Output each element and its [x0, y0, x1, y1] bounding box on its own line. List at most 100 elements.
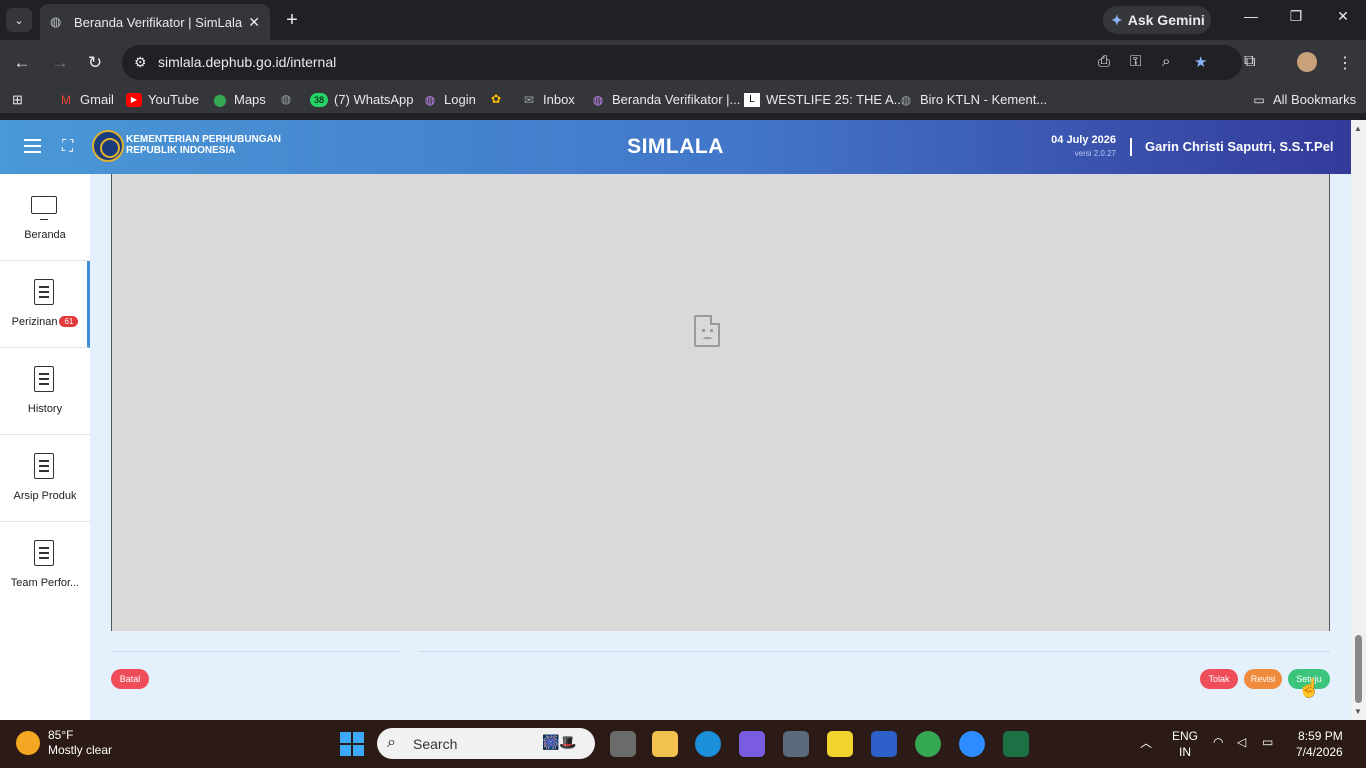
document-icon — [34, 540, 54, 566]
l-icon: L — [744, 92, 760, 107]
bookmark-whatsapp[interactable]: 38 (7) WhatsApp — [310, 92, 413, 107]
apps-grid-icon[interactable]: ⊞ — [12, 92, 23, 108]
bookmark-gmail[interactable]: M Gmail — [58, 92, 114, 107]
active-tab[interactable]: ◍ Beranda Verifikator | SimLala ✕ — [40, 4, 270, 40]
ask-gemini-button[interactable]: ✦ Ask Gemini — [1103, 6, 1211, 34]
reload-icon[interactable]: ↻ — [83, 52, 107, 74]
perizinan-badge: 61 — [59, 316, 79, 327]
pinwheel-icon: ✿ — [490, 92, 502, 106]
all-bookmarks[interactable]: ▭ All Bookmarks — [1251, 92, 1356, 107]
new-tab-button[interactable]: + — [282, 8, 302, 32]
edge-icon[interactable] — [695, 731, 721, 757]
globe-icon: ◍ — [592, 92, 604, 107]
bookmark-login[interactable]: ◍ Login — [422, 92, 476, 107]
remote-desktop-icon[interactable] — [871, 731, 897, 757]
chrome-icon[interactable] — [915, 731, 941, 757]
sidebar-item-team-performance[interactable]: Team Perfor... — [0, 522, 90, 609]
language-indicator[interactable]: ENG IN — [1172, 728, 1198, 760]
scroll-down-icon[interactable]: ▼ — [1354, 707, 1362, 716]
user-name[interactable]: Garin Christi Saputri, S.S.T.Pel — [1145, 139, 1334, 154]
windows-start-icon[interactable] — [340, 732, 364, 756]
zoom-app-icon[interactable] — [959, 731, 985, 757]
tab-title: Beranda Verifikator | SimLala — [74, 14, 243, 30]
document-viewer[interactable] — [111, 174, 1330, 631]
simlala-app: ⛶ KEMENTERIAN PERHUBUNGAN REPUBLIK INDON… — [0, 120, 1366, 720]
volume-icon[interactable]: ◁ — [1237, 735, 1246, 749]
address-bar[interactable]: ⚙ simlala.dephub.go.id/internal ⎙ ⚿ ⌕ ★ — [122, 45, 1242, 80]
bookmark-biro-ktln[interactable]: ◍ Biro KTLN - Kement... — [898, 92, 1047, 107]
clock[interactable]: 8:59 PM 7/4/2026 — [1296, 728, 1343, 760]
close-tab-icon[interactable]: ✕ — [248, 14, 260, 31]
sidebar-item-perizinan[interactable]: Perizinan 61 — [0, 261, 90, 348]
whatsapp-icon: 38 — [310, 92, 328, 107]
app-version: versi 2.0.27 — [1074, 149, 1116, 158]
excel-icon[interactable] — [1003, 731, 1029, 757]
browser-tab-bar: ⌄ ◍ Beranda Verifikator | SimLala ✕ + ✦ … — [0, 0, 1366, 40]
restore-icon[interactable]: ❐ — [1281, 8, 1311, 25]
taskbar-search[interactable]: ⌕ Search 🎆🎩 — [377, 728, 595, 759]
sidebar-item-arsip-produk[interactable]: Arsip Produk — [0, 435, 90, 522]
extensions-icon[interactable]: ⧉ — [1244, 53, 1255, 71]
battery-icon[interactable]: ▭ — [1262, 735, 1273, 749]
close-window-icon[interactable]: ✕ — [1328, 8, 1358, 25]
back-icon[interactable]: ← — [10, 52, 34, 74]
bookmark-westlife[interactable]: L WESTLIFE 25: THE A... — [744, 92, 904, 107]
globe-icon: ◍ — [280, 92, 292, 106]
search-highlight-icon: 🎆🎩 — [542, 734, 577, 750]
bookmark-inbox[interactable]: ✉ Inbox — [521, 92, 575, 107]
youtube-icon: ▶ — [126, 92, 142, 107]
scrollbar-thumb[interactable] — [1355, 635, 1362, 703]
page-scrollbar[interactable]: ▲ ▼ — [1351, 120, 1366, 720]
camera-icon[interactable] — [783, 731, 809, 757]
app-icon[interactable] — [739, 731, 765, 757]
sidebar: Beranda Perizinan 61 History Arsip Produk… — [0, 174, 90, 720]
bookmark-globe[interactable]: ◍ — [278, 92, 300, 106]
globe-icon: ◍ — [50, 14, 62, 29]
revisi-button[interactable]: Revisi — [1244, 669, 1282, 689]
weather-condition: Mostly clear — [48, 743, 113, 757]
broken-document-icon — [694, 315, 720, 347]
gemini-icon: ✦ — [1111, 11, 1123, 28]
batal-button[interactable]: Batal — [111, 669, 149, 689]
divider — [111, 651, 399, 652]
bookmark-maps[interactable]: ⬤ Maps — [212, 92, 266, 107]
monitor-icon — [31, 196, 57, 220]
hand-cursor-icon: ☝ — [1298, 678, 1321, 698]
document-icon — [34, 453, 54, 479]
bookmark-pinwheel[interactable]: ✿ — [488, 92, 510, 106]
weather-widget[interactable]: 85°F Mostly clear — [16, 728, 112, 758]
sidebar-item-history[interactable]: History — [0, 348, 90, 435]
gmail-icon: M — [61, 92, 71, 107]
profile-avatar[interactable] — [1297, 52, 1317, 72]
site-info-icon[interactable]: ⚙ — [134, 54, 147, 71]
tab-search-dropdown[interactable]: ⌄ — [6, 8, 32, 32]
task-view-icon[interactable] — [610, 731, 636, 757]
bookmark-beranda[interactable]: ◍ Beranda Verifikator |... — [590, 92, 741, 107]
tolak-button[interactable]: Tolak — [1200, 669, 1238, 689]
bookmark-star-icon[interactable]: ★ — [1194, 53, 1207, 71]
app-header: ⛶ KEMENTERIAN PERHUBUNGAN REPUBLIK INDON… — [0, 120, 1351, 174]
maps-icon: ⬤ — [213, 92, 227, 107]
forward-icon[interactable]: → — [48, 52, 72, 74]
tray-chevron-icon[interactable]: ︿ — [1140, 734, 1152, 751]
sidebar-item-beranda[interactable]: Beranda — [0, 174, 90, 261]
scroll-up-icon[interactable]: ▲ — [1354, 124, 1362, 133]
wifi-icon[interactable]: ◠ — [1213, 735, 1223, 749]
header-date: 04 July 2026 — [1051, 134, 1116, 146]
windows-taskbar: 85°F Mostly clear ⌕ Search 🎆🎩 ︿ ENG IN ◠… — [0, 720, 1366, 768]
document-icon — [34, 366, 54, 392]
weather-moon-icon — [16, 731, 40, 755]
document-icon — [34, 279, 54, 305]
password-key-icon[interactable]: ⚿ — [1130, 53, 1141, 70]
menu-kebab-icon[interactable]: ⋮ — [1337, 53, 1353, 73]
install-app-icon[interactable]: ⎙ — [1098, 53, 1110, 70]
globe-icon: ◍ — [900, 92, 912, 107]
file-explorer-icon[interactable] — [652, 731, 678, 757]
divider — [420, 651, 1330, 652]
minimize-icon[interactable]: — — [1236, 8, 1266, 24]
zoom-icon[interactable]: ⌕ — [1162, 53, 1170, 70]
bookmark-youtube[interactable]: ▶ YouTube — [126, 92, 199, 107]
folder-icon: ▭ — [1253, 92, 1265, 107]
sticky-notes-icon[interactable] — [827, 731, 853, 757]
search-icon: ⌕ — [387, 734, 396, 751]
